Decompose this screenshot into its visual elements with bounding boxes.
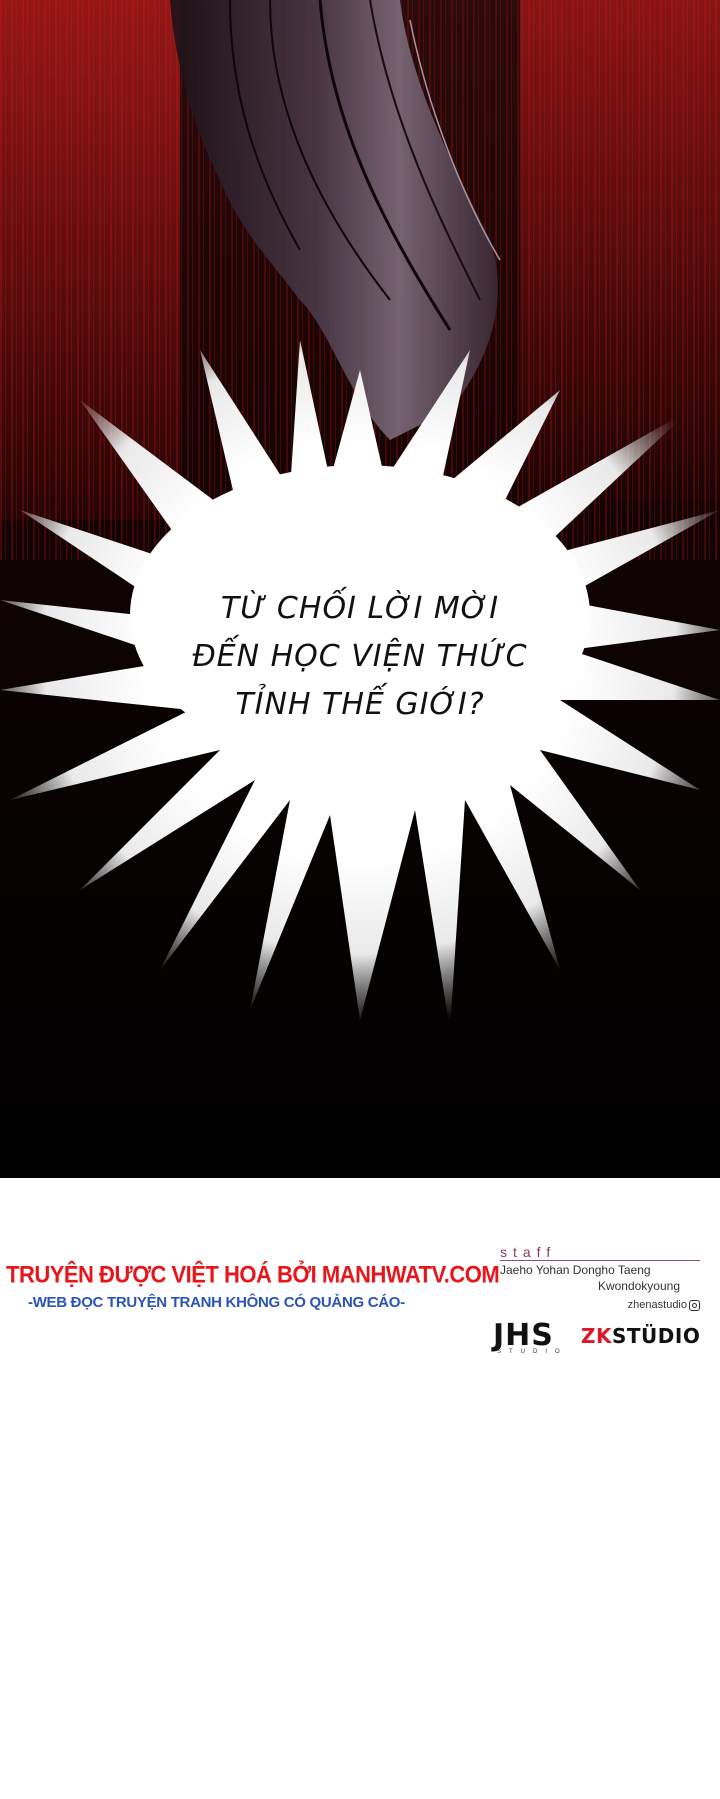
staff-label: staff: [500, 1244, 700, 1261]
manhwa-panel: TỪ CHỐI LỜI MỜI ĐẾN HỌC VIỆN THỨC TỈNH T…: [0, 0, 720, 1178]
dialogue-line-3: TỈNH THẾ GIỚI?: [235, 687, 485, 722]
translation-credit: TRUYỆN ĐƯỢC VIỆT HOÁ BỞI MANHWATV.COM -W…: [6, 1260, 500, 1311]
studio-handle-row: zhenastudio: [500, 1299, 710, 1311]
zk-logo-part: ZK: [581, 1324, 612, 1348]
dialogue-line-1: TỪ CHỐI LỜI MỜI: [220, 591, 500, 626]
staff-names-line-1: Jaeho Yohan Dongho Taeng: [500, 1263, 651, 1277]
jhs-logo: JHS: [493, 1318, 554, 1353]
studio-logos: JHS STUDIO ZKSTÜDIO: [493, 1318, 713, 1358]
staff-credits: staff Jaeho Yohan Dongho Taeng Kwondokyo…: [500, 1244, 710, 1311]
studio-handle: zhenastudio: [627, 1299, 687, 1311]
instagram-icon: [689, 1299, 700, 1311]
dialogue-line-2: ĐẾN HỌC VIỆN THỨC: [192, 639, 528, 674]
jhs-logo-subtitle: STUDIO: [497, 1349, 568, 1355]
zk-studio-logo: ZKSTÜDIO: [581, 1324, 700, 1348]
credit-title: TRUYỆN ĐƯỢC VIỆT HOÁ BỞI MANHWATV.COM: [6, 1260, 500, 1289]
studio-logo-part: STÜDIO: [612, 1324, 701, 1348]
credit-subtitle: -WEB ĐỌC TRUYỆN TRANH KHÔNG CÓ QUẢNG CÁO…: [28, 1294, 405, 1311]
staff-names-line-2: Kwondokyoung: [597, 1279, 680, 1293]
burst-dialogue: TỪ CHỐI LỜI MỜI ĐẾN HỌC VIỆN THỨC TỈNH T…: [140, 585, 580, 729]
